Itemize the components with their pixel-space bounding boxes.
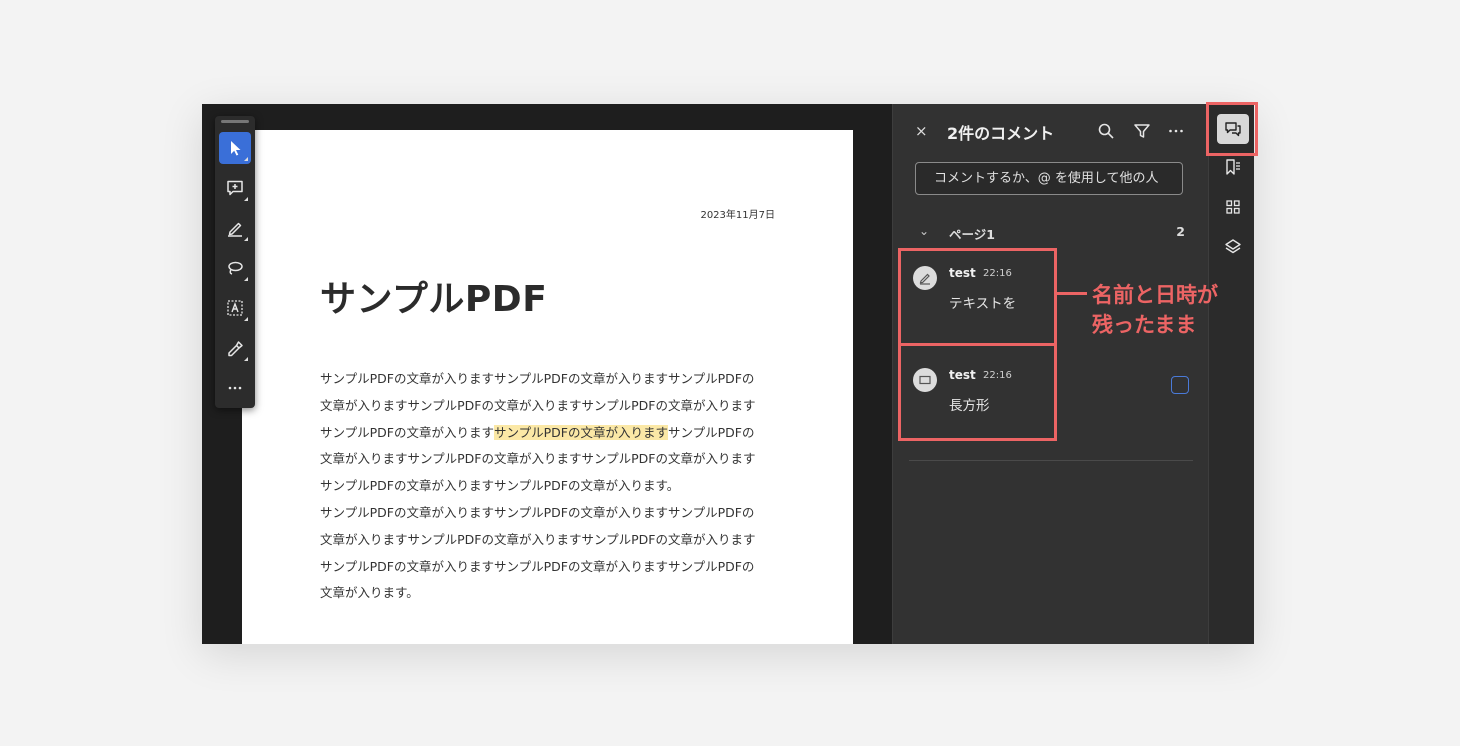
filter-icon — [1134, 124, 1150, 138]
body-line: サンプルPDFの文章が入りますサンプルPDFの文章が入りますサンプルPDFの — [320, 371, 755, 386]
body-line: サンプルPDFの文章が入りますサンプルPDFの文章が入ります。 — [320, 478, 680, 494]
lasso-icon — [228, 261, 243, 275]
thumbnails-rail-button[interactable] — [1217, 192, 1249, 222]
body-line: サンプルPDFの文章が入りますサンプルPDFの文章が入りますサンプルPDFの — [320, 504, 755, 520]
draw-tool-button[interactable] — [219, 252, 251, 284]
page-group-count: 2 — [1176, 224, 1185, 239]
grid-icon — [1226, 200, 1240, 214]
add-comment-tool-button[interactable] — [219, 172, 251, 204]
comments-panel-title: 2件のコメント — [947, 124, 1055, 143]
annotation-highlight-box — [898, 248, 1057, 346]
highlight-pen-icon — [228, 222, 242, 237]
annotation-highlight-box — [1206, 102, 1258, 156]
sign-icon — [228, 341, 243, 357]
layers-icon — [1225, 239, 1241, 254]
pdf-viewer-app: 2023年11月7日 サンプルPDF サンプルPDFの文章が入りますサンプルPD… — [202, 104, 1254, 644]
more-options-button[interactable] — [1165, 120, 1187, 142]
annotation-line: 名前と日時が — [1092, 283, 1218, 307]
sign-tool-button[interactable] — [219, 332, 251, 364]
page-group-header[interactable]: ⌄ ページ1 2 — [915, 224, 1185, 242]
text-tool-button[interactable] — [219, 292, 251, 324]
annotation-text: 名前と日時が 残ったまま — [1092, 280, 1218, 340]
body-line: 文章が入りますサンプルPDFの文章が入りますサンプルPDFの文章が入ります — [320, 451, 756, 467]
divider — [909, 460, 1193, 461]
add-comment-icon — [227, 180, 243, 196]
page-date: 2023年11月7日 — [700, 210, 775, 221]
text-box-icon — [227, 300, 243, 316]
search-comments-button[interactable] — [1095, 120, 1117, 142]
comment-input[interactable] — [915, 162, 1183, 195]
comment-checkbox[interactable] — [1171, 376, 1189, 394]
select-icon — [231, 141, 241, 156]
select-tool-button[interactable] — [219, 132, 251, 164]
pdf-page[interactable]: 2023年11月7日 サンプルPDF サンプルPDFの文章が入りますサンプルPD… — [242, 130, 853, 644]
more-icon — [1169, 129, 1183, 133]
body-line: サンプルPDFの文章が入りますサンプルPDFの文章が入りますサンプルPDFの — [320, 558, 755, 574]
body-line: 文章が入りますサンプルPDFの文章が入りますサンプルPDFの文章が入ります — [320, 397, 756, 413]
annotation-connector — [1057, 292, 1087, 295]
filter-comments-button[interactable] — [1131, 120, 1153, 142]
annotation-line: 残ったまま — [1092, 313, 1197, 337]
body-text: サンプルPDFの — [667, 424, 755, 440]
annotation-highlight-box — [898, 343, 1057, 441]
body-line: サンプルPDFの文章が入りますサンプルPDFの文章が入りますサンプルPDFの — [320, 420, 790, 447]
body-line: 文章が入りますサンプルPDFの文章が入りますサンプルPDFの文章が入ります — [320, 531, 756, 547]
page-body: サンプルPDFの文章が入りますサンプルPDFの文章が入りますサンプルPDFの 文… — [320, 366, 790, 607]
toolbar-drag-handle[interactable] — [221, 120, 249, 123]
bookmark-icon — [1226, 159, 1240, 175]
page-title: サンプルPDF — [320, 279, 548, 320]
body-line: 文章が入ります。 — [320, 585, 419, 601]
layers-rail-button[interactable] — [1217, 232, 1249, 262]
search-icon — [1098, 123, 1114, 139]
highlighted-text[interactable]: サンプルPDFの文章が入ります — [493, 424, 668, 440]
highlight-tool-button[interactable] — [219, 212, 251, 244]
bookmarks-rail-button[interactable] — [1217, 152, 1249, 182]
more-icon — [228, 386, 242, 390]
more-tools-button[interactable] — [219, 372, 251, 404]
document-area[interactable]: 2023年11月7日 サンプルPDF サンプルPDFの文章が入りますサンプルPD… — [202, 104, 892, 644]
right-rail — [1208, 104, 1254, 644]
page-group-label: ページ1 — [949, 227, 995, 242]
body-text: サンプルPDFの文章が入ります — [320, 424, 494, 440]
chevron-down-icon: ⌄ — [919, 224, 930, 238]
close-panel-button[interactable]: × — [915, 122, 933, 140]
floating-toolbar — [215, 116, 255, 408]
